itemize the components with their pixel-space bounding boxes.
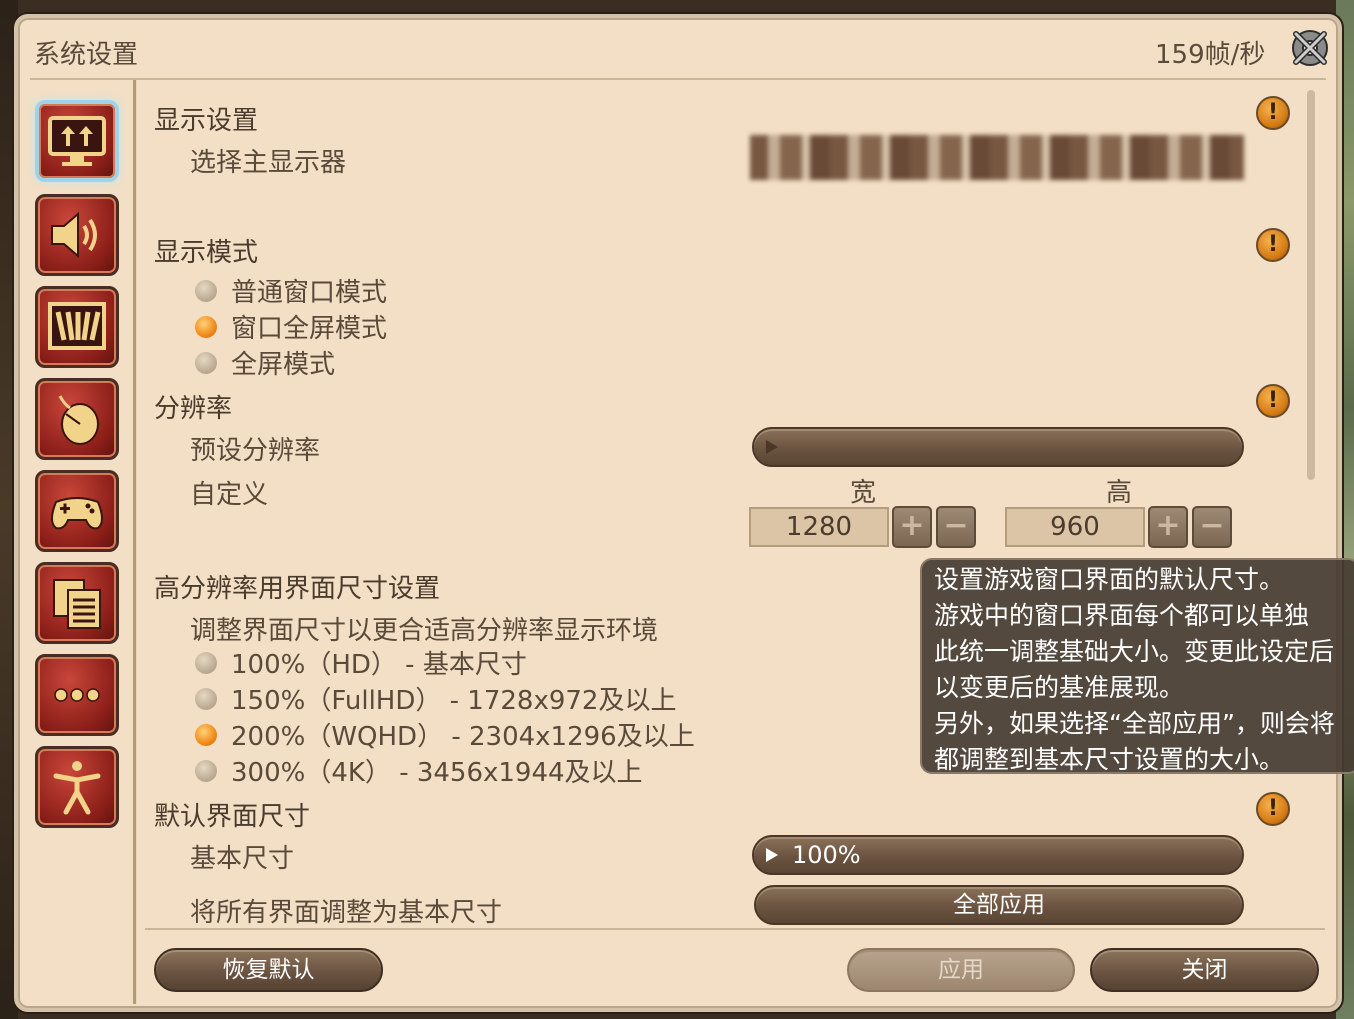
reset-defaults-button[interactable]: 恢复默认 bbox=[154, 948, 383, 992]
width-label: 宽 bbox=[850, 478, 877, 508]
section-display-mode-title: 显示模式 bbox=[154, 238, 259, 268]
dropdown-arrow-icon bbox=[766, 848, 778, 862]
nav-gamepad[interactable] bbox=[35, 470, 119, 552]
apply-all-label: 将所有界面调整为基本尺寸 bbox=[190, 898, 503, 928]
apply-all-button-label: 全部应用 bbox=[953, 892, 1045, 918]
accessibility-icon bbox=[53, 761, 101, 815]
gamepad-icon bbox=[51, 497, 103, 530]
close-button[interactable]: 关闭 bbox=[1090, 948, 1319, 992]
radio-circle[interactable] bbox=[195, 759, 217, 782]
nav-mouse[interactable] bbox=[35, 378, 119, 460]
radio-circle[interactable] bbox=[195, 651, 217, 674]
radio-label: 200%（WQHD） - 2304x1296及以上 bbox=[231, 722, 695, 752]
tooltip-line: 此统一调整基础大小。变更此设定后 bbox=[934, 637, 1335, 666]
apply-button[interactable]: 应用 bbox=[847, 948, 1075, 992]
base-size-value: 100% bbox=[792, 841, 861, 869]
radio-ui-200[interactable]: 200%（WQHD） - 2304x1296及以上 bbox=[195, 716, 695, 753]
radio-label: 窗口全屏模式 bbox=[231, 314, 388, 344]
nav-graphics[interactable] bbox=[35, 286, 119, 368]
more-icon bbox=[54, 688, 100, 702]
radio-circle-selected[interactable] bbox=[195, 723, 217, 746]
mouse-icon bbox=[58, 395, 99, 445]
nav-more[interactable] bbox=[35, 654, 119, 736]
radio-label: 100%（HD） - 基本尺寸 bbox=[231, 650, 527, 680]
radio-fullscreen[interactable]: 全屏模式 bbox=[195, 344, 335, 381]
apply-all-button[interactable]: 全部应用 bbox=[754, 885, 1244, 925]
radio-label: 300%（4K） - 3456x1944及以上 bbox=[231, 758, 643, 788]
dropdown-arrow-icon bbox=[766, 440, 778, 454]
fps-counter: 159帧/秒 bbox=[1155, 40, 1266, 70]
height-plus-button[interactable]: + bbox=[1148, 506, 1188, 548]
tooltip-line: 另外，如果选择“全部应用”，则会将 bbox=[934, 709, 1335, 738]
radio-windowed[interactable]: 普通窗口模式 bbox=[195, 272, 387, 309]
nav-accessibility[interactable] bbox=[35, 746, 119, 828]
warning-icon[interactable]: ! bbox=[1256, 96, 1290, 130]
warning-icon[interactable]: ! bbox=[1256, 792, 1290, 826]
close-gear-icon[interactable] bbox=[1288, 26, 1332, 70]
scrollbar[interactable] bbox=[1307, 90, 1315, 480]
nav-sound[interactable] bbox=[35, 194, 119, 276]
section-default-ui-title: 默认界面尺寸 bbox=[154, 802, 311, 832]
tooltip: 设置游戏窗口界面的默认尺寸。 游戏中的窗口界面每个都可以单独 此统一调整基础大小… bbox=[920, 558, 1354, 774]
base-size-label: 基本尺寸 bbox=[190, 844, 295, 874]
nav-documents[interactable] bbox=[35, 562, 119, 644]
hires-description: 调整界面尺寸以更合适高分辨率显示环境 bbox=[190, 616, 659, 646]
radio-circle[interactable] bbox=[195, 687, 217, 710]
tooltip-line: 设置游戏窗口界面的默认尺寸。 bbox=[934, 565, 1285, 594]
title-divider bbox=[30, 78, 1326, 80]
preset-resolution-label: 预设分辨率 bbox=[190, 436, 321, 466]
radio-ui-300[interactable]: 300%（4K） - 3456x1944及以上 bbox=[195, 752, 643, 789]
radio-circle[interactable] bbox=[195, 279, 217, 302]
radio-borderless[interactable]: 窗口全屏模式 bbox=[195, 308, 387, 345]
footer-divider bbox=[145, 928, 1325, 930]
nav-display[interactable] bbox=[35, 100, 119, 182]
radio-label: 150%（FullHD） - 1728x972及以上 bbox=[231, 686, 677, 716]
graphics-icon bbox=[48, 302, 106, 350]
height-input[interactable]: 960 bbox=[1005, 507, 1145, 547]
height-minus-button[interactable]: − bbox=[1192, 506, 1232, 548]
section-display-title: 显示设置 bbox=[154, 106, 259, 136]
sidebar-divider bbox=[133, 80, 137, 1004]
section-resolution-title: 分辨率 bbox=[154, 394, 233, 424]
tooltip-line: 游戏中的窗口界面每个都可以单独 bbox=[934, 601, 1310, 630]
monitor-icon bbox=[48, 116, 106, 166]
radio-ui-100[interactable]: 100%（HD） - 基本尺寸 bbox=[195, 644, 527, 681]
tooltip-line: 以变更后的基准展现。 bbox=[934, 673, 1185, 702]
radio-label: 普通窗口模式 bbox=[231, 278, 388, 308]
tooltip-line: 都调整到基本尺寸设置的大小。 bbox=[934, 745, 1285, 774]
primary-monitor-select[interactable] bbox=[750, 135, 1244, 180]
document-list-icon bbox=[53, 579, 101, 629]
primary-monitor-label: 选择主显示器 bbox=[190, 148, 347, 178]
warning-icon[interactable]: ! bbox=[1256, 384, 1290, 418]
width-minus-button[interactable]: − bbox=[936, 506, 976, 548]
radio-ui-150[interactable]: 150%（FullHD） - 1728x972及以上 bbox=[195, 680, 676, 717]
warning-icon[interactable]: ! bbox=[1256, 228, 1290, 262]
radio-circle-selected[interactable] bbox=[195, 315, 217, 338]
radio-label: 全屏模式 bbox=[231, 350, 336, 380]
height-label: 高 bbox=[1106, 478, 1133, 508]
width-plus-button[interactable]: + bbox=[892, 506, 932, 548]
custom-resolution-label: 自定义 bbox=[190, 480, 269, 510]
base-size-dropdown[interactable]: 100% bbox=[752, 835, 1244, 875]
speaker-icon bbox=[51, 211, 97, 259]
width-input[interactable]: 1280 bbox=[749, 507, 889, 547]
window-title: 系统设置 bbox=[34, 40, 139, 70]
preset-resolution-dropdown[interactable] bbox=[752, 427, 1244, 467]
radio-circle[interactable] bbox=[195, 351, 217, 374]
section-hires-title: 高分辨率用界面尺寸设置 bbox=[154, 574, 441, 604]
